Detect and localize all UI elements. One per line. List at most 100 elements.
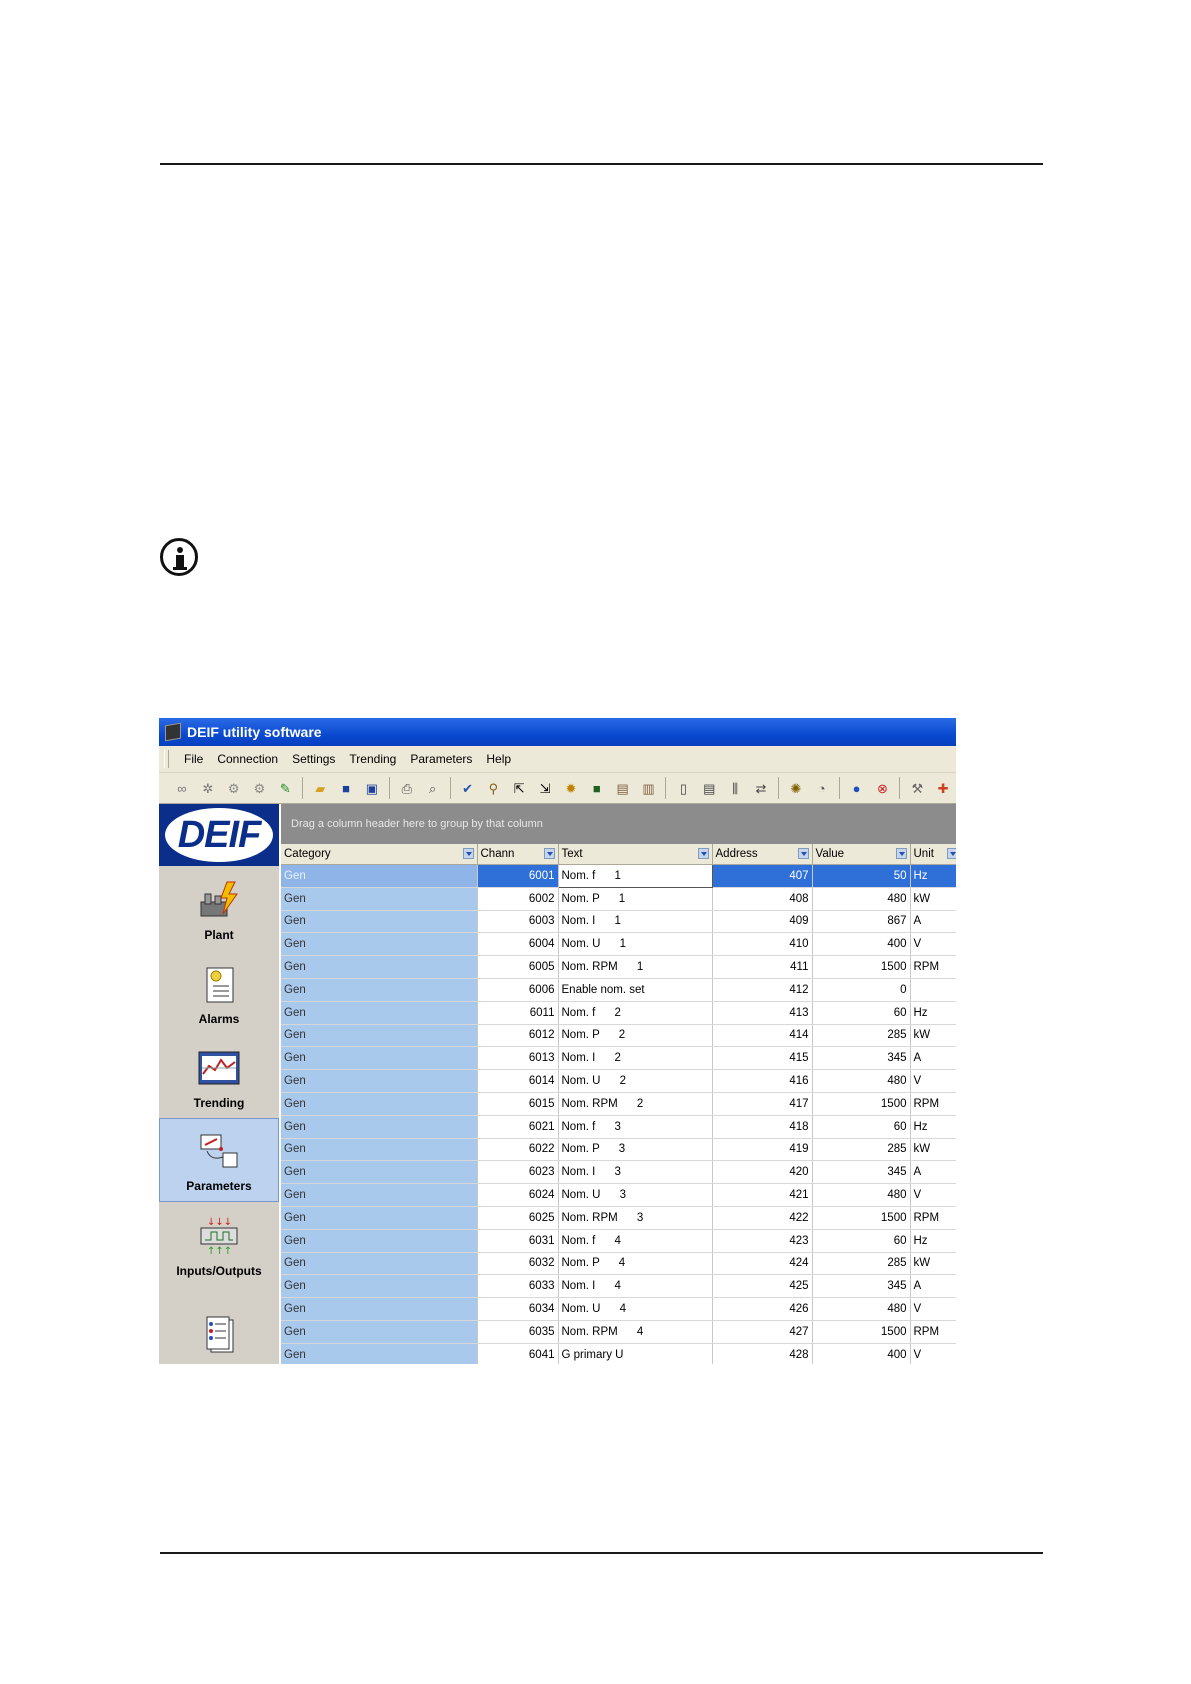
chart-icon[interactable]: ⫼: [725, 778, 745, 798]
cell-value[interactable]: 0: [812, 978, 911, 1002]
table-row[interactable]: Gen 6031 Nom. f 4 423 60 Hz: [281, 1229, 956, 1253]
table-row[interactable]: Gen 6033 Nom. I 4 425 345 A: [281, 1274, 956, 1299]
table-row[interactable]: Gen 6021 Nom. f 3 418 60 Hz: [281, 1115, 956, 1139]
cell-value[interactable]: 345: [812, 1274, 911, 1299]
cell-value[interactable]: 60: [812, 1229, 911, 1253]
table-row[interactable]: Gen 6003 Nom. I 1 409 867 A: [281, 910, 956, 934]
table-row[interactable]: Gen 6013 Nom. I 2 415 345 A: [281, 1046, 956, 1071]
edit-icon[interactable]: ✔: [458, 778, 478, 798]
cell-value[interactable]: 345: [812, 1046, 911, 1071]
save-all-icon[interactable]: ▣: [362, 778, 382, 798]
cell-value[interactable]: 1500: [812, 1206, 911, 1230]
cell-unit: A: [910, 1046, 956, 1071]
filter-dropdown-icon[interactable]: [946, 848, 956, 859]
download-icon[interactable]: ⇲: [535, 778, 555, 798]
column-header-channel[interactable]: Chann: [477, 844, 559, 865]
sidebar-item-trending[interactable]: Trending: [159, 1034, 279, 1118]
table-row[interactable]: Gen 6035 Nom. RPM 4 427 1500 RPM: [281, 1320, 956, 1344]
column-header-address[interactable]: Address: [712, 844, 813, 865]
cell-value[interactable]: 50: [812, 864, 911, 888]
write-icon[interactable]: ⚙: [250, 778, 270, 798]
settings-icon[interactable]: ✹: [561, 778, 581, 798]
table-row[interactable]: Gen 6002 Nom. P 1 408 480 kW: [281, 887, 956, 911]
menu-trending[interactable]: Trending: [342, 752, 403, 766]
cell-value[interactable]: 1500: [812, 1092, 911, 1116]
filter-dropdown-icon[interactable]: [543, 848, 555, 859]
disconnect-icon[interactable]: ✲: [198, 778, 218, 798]
cell-value[interactable]: 400: [812, 932, 911, 957]
cell-value[interactable]: 345: [812, 1160, 911, 1185]
filter-dropdown-icon[interactable]: [797, 848, 809, 859]
cell-value[interactable]: 867: [812, 910, 911, 934]
filter-dropdown-icon[interactable]: [462, 848, 474, 859]
sidebar-item-parameters[interactable]: Parameters: [159, 1118, 279, 1202]
cell-value[interactable]: 60: [812, 1115, 911, 1139]
table-row[interactable]: Gen 6023 Nom. I 3 420 345 A: [281, 1160, 956, 1185]
view2-icon[interactable]: ▤: [699, 778, 719, 798]
table-row[interactable]: Gen 6015 Nom. RPM 2 417 1500 RPM: [281, 1092, 956, 1116]
sidebar-item-logs[interactable]: [159, 1286, 279, 1364]
filter-dropdown-icon[interactable]: [895, 848, 907, 859]
cell-value[interactable]: 1500: [812, 955, 911, 979]
sidebar-item-inputs-outputs[interactable]: ↓↓↓ ↑↑↑ Inputs/Outputs: [159, 1202, 279, 1286]
cell-value[interactable]: 285: [812, 1138, 911, 1162]
table-row[interactable]: Gen 6014 Nom. U 2 416 480 V: [281, 1069, 956, 1093]
print-icon[interactable]: ⎙: [397, 778, 417, 798]
title-bar[interactable]: DEIF utility software: [159, 718, 956, 746]
open-icon[interactable]: ▰: [310, 778, 330, 798]
tools-icon[interactable]: ⚒: [907, 778, 927, 798]
swap-icon[interactable]: ⇄: [751, 778, 771, 798]
close-icon[interactable]: ⊗: [872, 778, 892, 798]
table-row[interactable]: Gen 6004 Nom. U 1 410 400 V: [281, 932, 956, 957]
table-row[interactable]: Gen 6034 Nom. U 4 426 480 V: [281, 1297, 956, 1321]
view1-icon[interactable]: ▯: [673, 778, 693, 798]
table-row[interactable]: Gen 6006 Enable nom. set 412 0: [281, 978, 956, 1002]
cell-value[interactable]: 400: [812, 1343, 911, 1364]
table-row[interactable]: Gen 6011 Nom. f 2 413 60 Hz: [281, 1001, 956, 1025]
menu-settings[interactable]: Settings: [285, 752, 342, 766]
table-row[interactable]: Gen 6001 Nom. f 1 407 50 Hz: [281, 864, 956, 888]
column-header-value[interactable]: Value: [812, 844, 911, 865]
merge-icon[interactable]: ▥: [639, 778, 659, 798]
wizard-icon[interactable]: ✎: [275, 778, 295, 798]
menu-connection[interactable]: Connection: [210, 752, 285, 766]
table-row[interactable]: Gen 6022 Nom. P 3 419 285 kW: [281, 1138, 956, 1162]
sidebar-item-alarms[interactable]: Alarms: [159, 950, 279, 1034]
filter-dropdown-icon[interactable]: [697, 848, 709, 859]
link-icon[interactable]: ∞: [172, 778, 192, 798]
pin-icon[interactable]: ✚: [933, 778, 953, 798]
table-row[interactable]: Gen 6025 Nom. RPM 3 422 1500 RPM: [281, 1206, 956, 1230]
stop-icon[interactable]: ■: [587, 778, 607, 798]
sidebar-item-plant[interactable]: Plant: [159, 866, 279, 950]
menu-help[interactable]: Help: [479, 752, 518, 766]
preview-icon[interactable]: ⌕: [423, 778, 443, 798]
timer-icon[interactable]: ◔: [812, 778, 832, 798]
column-header-text[interactable]: Text: [558, 844, 713, 865]
search-icon[interactable]: ⚲: [483, 778, 503, 798]
menu-parameters[interactable]: Parameters: [403, 752, 479, 766]
cell-value[interactable]: 1500: [812, 1320, 911, 1344]
table-row[interactable]: Gen 6024 Nom. U 3 421 480 V: [281, 1183, 956, 1207]
cell-value[interactable]: 480: [812, 1183, 911, 1207]
column-header-category[interactable]: Category: [281, 844, 478, 865]
cell-value[interactable]: 60: [812, 1001, 911, 1025]
group-by-area[interactable]: Drag a column header here to group by th…: [281, 804, 956, 844]
menu-file[interactable]: File: [177, 752, 210, 766]
save-icon[interactable]: ■: [336, 778, 356, 798]
upload-icon[interactable]: ⇱: [509, 778, 529, 798]
cell-value[interactable]: 285: [812, 1024, 911, 1048]
cell-value[interactable]: 480: [812, 887, 911, 911]
gear-icon[interactable]: ✺: [786, 778, 806, 798]
table-row[interactable]: Gen 6041 G primary U 428 400 V: [281, 1343, 956, 1364]
cell-value[interactable]: 285: [812, 1252, 911, 1276]
cell-unit: V: [910, 1343, 956, 1364]
compare-icon[interactable]: ▤: [613, 778, 633, 798]
read-icon[interactable]: ⚙: [224, 778, 244, 798]
table-row[interactable]: Gen 6005 Nom. RPM 1 411 1500 RPM: [281, 955, 956, 979]
info-circle-icon[interactable]: ●: [847, 778, 867, 798]
column-header-unit[interactable]: Unit: [910, 844, 956, 865]
cell-value[interactable]: 480: [812, 1069, 911, 1093]
cell-value[interactable]: 480: [812, 1297, 911, 1321]
table-row[interactable]: Gen 6012 Nom. P 2 414 285 kW: [281, 1024, 956, 1048]
table-row[interactable]: Gen 6032 Nom. P 4 424 285 kW: [281, 1252, 956, 1276]
